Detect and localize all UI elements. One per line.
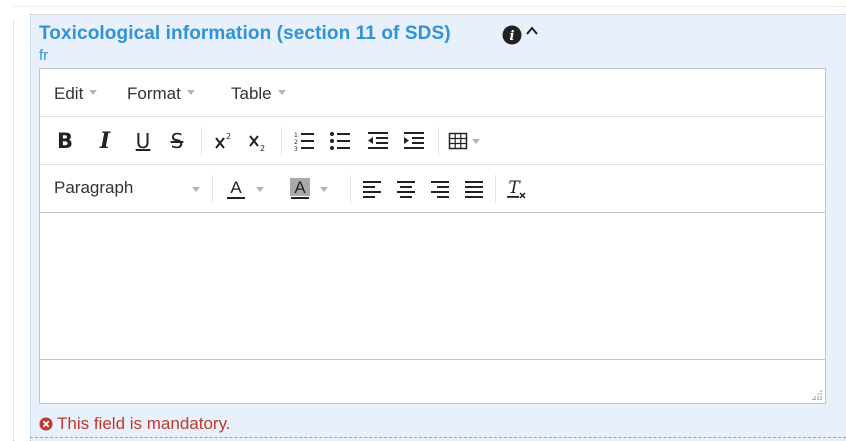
- resize-handle-icon[interactable]: [812, 390, 822, 400]
- toolbar-separator: [281, 127, 282, 155]
- chevron-down-icon: [256, 186, 264, 192]
- align-justify-icon: [465, 181, 483, 198]
- toolbar-separator: [212, 175, 213, 203]
- block-format-select[interactable]: Paragraph: [54, 178, 133, 198]
- bullet-list-icon: [330, 132, 350, 150]
- svg-text:i: i: [510, 29, 515, 44]
- editor-toolbar-row-2: Paragraph A A T: [40, 165, 825, 213]
- table-icon: [448, 132, 468, 150]
- svg-text:T: T: [508, 178, 521, 198]
- align-left-button[interactable]: [358, 175, 386, 203]
- numbered-list-button[interactable]: 1 2 3: [290, 127, 318, 155]
- menu-table[interactable]: Table: [231, 84, 286, 104]
- rich-text-editor: Edit Format Table B I U S 2 2 1 2 3 Para…: [39, 68, 826, 404]
- table-button[interactable]: [444, 127, 486, 155]
- field-panel: Toxicological information (section 11 of…: [30, 14, 846, 441]
- menu-format[interactable]: Format: [127, 84, 195, 104]
- subscript-icon: 2: [249, 135, 265, 152]
- numbered-list-icon: 1 2 3: [294, 132, 314, 152]
- italic-button[interactable]: I: [92, 127, 118, 155]
- text-color-button[interactable]: A: [226, 175, 276, 203]
- svg-text:2: 2: [260, 144, 265, 152]
- indent-icon: [404, 132, 424, 149]
- editor-statusbar: [40, 360, 825, 403]
- align-justify-button[interactable]: [460, 175, 488, 203]
- subscript-button[interactable]: 2: [244, 127, 272, 155]
- indent-button[interactable]: [400, 127, 428, 155]
- info-circle-icon[interactable]: i: [502, 25, 522, 45]
- toolbar-separator: [438, 127, 439, 155]
- svg-text:A: A: [230, 178, 242, 197]
- background-color-icon: A: [290, 178, 310, 199]
- align-center-icon: [397, 181, 415, 198]
- toolbar-separator: [350, 175, 351, 203]
- toolbar-separator: [495, 175, 496, 203]
- svg-text:1: 1: [294, 132, 298, 139]
- svg-text:3: 3: [294, 146, 298, 152]
- chevron-down-icon: [472, 138, 480, 144]
- clear-formatting-icon: T: [507, 178, 526, 199]
- chevron-down-icon: [186, 90, 195, 96]
- svg-text:2: 2: [226, 132, 231, 141]
- clear-formatting-button[interactable]: T: [502, 175, 530, 203]
- superscript-button[interactable]: 2: [210, 127, 238, 155]
- editor-content-area[interactable]: [40, 213, 825, 360]
- chevron-up-icon[interactable]: [525, 24, 539, 38]
- error-circle-icon: [39, 417, 53, 431]
- top-guide-line: [13, 6, 846, 7]
- editor-toolbar-row-1: B I U S 2 2 1 2 3: [40, 117, 825, 165]
- chevron-down-icon: [89, 90, 98, 96]
- align-right-icon: [431, 181, 449, 198]
- chevron-down-icon: [320, 186, 328, 192]
- panel-bottom-border: [30, 437, 846, 438]
- outdent-button[interactable]: [364, 127, 392, 155]
- underline-button[interactable]: U: [130, 127, 156, 155]
- align-right-button[interactable]: [426, 175, 454, 203]
- editor-menubar: Edit Format Table: [40, 69, 825, 117]
- strikethrough-button[interactable]: S: [164, 127, 190, 155]
- menu-format-label: Format: [127, 84, 181, 103]
- chevron-down-icon: [192, 187, 200, 192]
- bullet-list-button[interactable]: [326, 127, 354, 155]
- validation-error: This field is mandatory.: [39, 414, 231, 434]
- left-guide-line: [13, 20, 14, 441]
- validation-error-message: This field is mandatory.: [57, 414, 231, 433]
- language-tag: fr: [39, 47, 49, 64]
- outdent-icon: [368, 132, 388, 149]
- menu-table-label: Table: [231, 84, 272, 103]
- align-center-button[interactable]: [392, 175, 420, 203]
- superscript-icon: 2: [215, 132, 231, 149]
- bold-button[interactable]: B: [52, 127, 78, 155]
- menu-edit[interactable]: Edit: [54, 84, 98, 104]
- menu-edit-label: Edit: [54, 84, 84, 103]
- align-left-icon: [363, 181, 381, 198]
- chevron-down-icon: [277, 90, 286, 96]
- background-color-button[interactable]: A: [290, 175, 340, 203]
- svg-text:2: 2: [294, 139, 298, 146]
- toolbar-separator: [201, 127, 202, 155]
- svg-text:A: A: [294, 178, 306, 197]
- text-color-icon: A: [227, 178, 245, 199]
- field-title: Toxicological information (section 11 of…: [39, 23, 451, 44]
